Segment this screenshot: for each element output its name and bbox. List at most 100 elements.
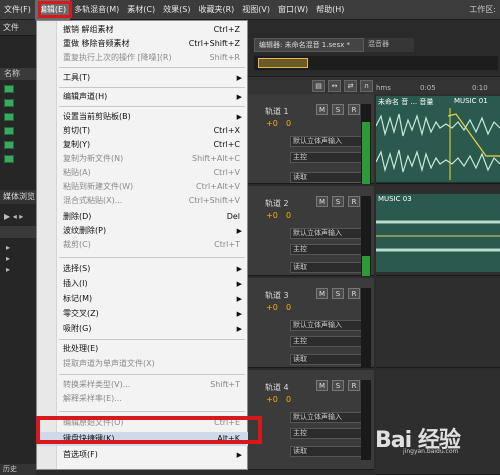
timeline-ruler[interactable]: hms 0:05 0:10 (376, 84, 500, 94)
media-toolbar-icons[interactable]: ▶ ◂ ▸ (4, 212, 23, 221)
files-tab[interactable]: 文件 (0, 20, 36, 36)
menu-item-copy-to-new[interactable]: 复制为新文件(N) Shift+Alt+C (37, 152, 248, 166)
audio-file-icon[interactable] (4, 85, 14, 93)
media-browser-tab[interactable]: 媒体浏览 (0, 190, 36, 204)
record-button[interactable]: R (348, 288, 360, 299)
menu-item-redo[interactable]: 重做 移除音频素材 Ctrl+Shift+Z (37, 37, 248, 51)
audio-file-icon[interactable] (4, 113, 14, 121)
menu-window[interactable]: 窗口(W) (274, 0, 312, 20)
menu-item-repeat-last[interactable]: 重复执行上次的操作 [降噪](R) Shift+R (37, 51, 248, 65)
record-button[interactable]: R (348, 104, 360, 115)
output-select[interactable]: 主控 (290, 244, 366, 255)
record-button[interactable]: R (348, 196, 360, 207)
menu-item-preferences[interactable]: 首选项(F) ▶ (37, 448, 248, 462)
automation-select[interactable]: 读取 (290, 354, 366, 365)
pan-value[interactable]: 0 (286, 303, 291, 312)
menu-effects[interactable]: 效果(S) (159, 0, 194, 20)
automation-select[interactable]: 读取 (290, 446, 366, 457)
mute-button[interactable]: M (316, 288, 328, 299)
audio-file-icon[interactable] (4, 141, 14, 149)
menu-multitrack[interactable]: 多轨混音(M) (70, 0, 123, 20)
input-select[interactable]: 默认立体声输入 (290, 136, 366, 147)
mute-button[interactable]: M (316, 196, 328, 207)
menu-item-zero-crossing[interactable]: 零交叉(Z) ▶ (37, 307, 248, 321)
overview-selection[interactable] (258, 58, 308, 68)
volume-knob[interactable]: +0 (266, 119, 278, 128)
solo-button[interactable]: S (332, 380, 344, 391)
track-lane-1[interactable]: 未命名 音 ... 音量 MUSIC 01 (376, 94, 500, 184)
solo-button[interactable]: S (332, 288, 344, 299)
track-lane-3[interactable] (376, 278, 500, 368)
solo-button[interactable]: S (332, 196, 344, 207)
output-select[interactable]: 主控 (290, 428, 366, 439)
menu-item-cut[interactable]: 剪切(T) Ctrl+X (37, 124, 248, 138)
workspace-label[interactable]: 工作区: (469, 0, 496, 20)
menu-item-paste[interactable]: 粘贴(A) Ctrl+V (37, 166, 248, 180)
menu-item-mix-paste[interactable]: 混合式粘贴(X)... Ctrl+Shift+V (37, 194, 248, 208)
menu-item-crop[interactable]: 裁剪(C) Ctrl+T (37, 238, 248, 252)
menu-item-snapping[interactable]: 吸附(G) ▶ (37, 322, 248, 336)
menu-item-convert-sample-type[interactable]: 转换采样类型(V)... Shift+T (37, 378, 248, 392)
track-meter (361, 380, 371, 460)
audio-file-icon[interactable] (4, 127, 14, 135)
track-name[interactable]: 轨道 4 (265, 382, 289, 393)
menu-file[interactable]: 文件(F) (0, 0, 35, 20)
menu-item-ripple-delete[interactable]: 波纹删除(P) ▶ (37, 224, 248, 238)
audio-file-icon[interactable] (4, 99, 14, 107)
track-name[interactable]: 轨道 3 (265, 290, 289, 301)
menu-item-batch[interactable]: 批处理(E) (37, 342, 248, 356)
toolbar-button[interactable]: ⇄ (344, 80, 357, 92)
toolbar-button[interactable]: ↔ (328, 80, 341, 92)
audio-clip[interactable]: MUSIC 03 (376, 194, 500, 272)
menu-clip[interactable]: 素材(C) (123, 0, 159, 20)
menu-item-marker[interactable]: 标记(M) ▶ (37, 292, 248, 306)
menu-separator (59, 339, 245, 340)
solo-button[interactable]: S (332, 104, 344, 115)
editor-header: 编辑器: 未命名混音 1.sesx * 混音器 (246, 20, 500, 74)
menu-favorites[interactable]: 收藏夹(R) (194, 0, 238, 20)
mute-button[interactable]: M (316, 380, 328, 391)
pan-value[interactable]: 0 (286, 211, 291, 220)
media-tree[interactable]: ▸ ▸ ▸ (6, 242, 10, 275)
toolbar-button[interactable]: ▤ (312, 80, 325, 92)
automation-select[interactable]: 读取 (290, 262, 366, 273)
volume-knob[interactable]: +0 (266, 303, 278, 312)
menu-item-copy[interactable]: 复制(Y) Ctrl+C (37, 138, 248, 152)
session-overview[interactable] (254, 56, 498, 70)
menu-help[interactable]: 帮助(H) (312, 0, 348, 20)
name-column-header[interactable]: 名称 (0, 68, 36, 80)
menu-view[interactable]: 视图(V) (238, 0, 274, 20)
track-header-1: 轨道 1 M S R +0 0 默认立体声输入 主控 读取 (246, 94, 374, 184)
menu-item-edit-channels[interactable]: 编辑声道(H) ▶ (37, 90, 248, 104)
automation-select[interactable]: 读取 (290, 172, 366, 183)
mute-button[interactable]: M (316, 104, 328, 115)
menu-item-tools[interactable]: 工具(T) ▶ (37, 71, 248, 85)
volume-knob[interactable]: +0 (266, 211, 278, 220)
input-select[interactable]: 默认立体声输入 (290, 228, 366, 239)
input-select[interactable]: 默认立体声输入 (290, 412, 366, 423)
output-select[interactable]: 主控 (290, 336, 366, 347)
volume-knob[interactable]: +0 (266, 395, 278, 404)
track-name[interactable]: 轨道 2 (265, 198, 289, 209)
history-tab[interactable]: 历史 (0, 464, 36, 475)
mixer-tab[interactable]: 混音器 (364, 38, 414, 52)
audio-file-icon[interactable] (4, 155, 14, 163)
pan-value[interactable]: 0 (286, 395, 291, 404)
menu-item-select[interactable]: 选择(S) ▶ (37, 262, 248, 276)
pan-value[interactable]: 0 (286, 119, 291, 128)
track-lane-2[interactable]: MUSIC 03 (376, 186, 500, 276)
output-select[interactable]: 主控 (290, 152, 366, 163)
headphones-icon[interactable]: ∩ (360, 80, 373, 92)
track-name[interactable]: 轨道 1 (265, 106, 289, 117)
editor-tab[interactable]: 编辑器: 未命名混音 1.sesx * (254, 38, 364, 52)
menu-item-set-clipboard[interactable]: 设置当前剪贴板(B) ▶ (37, 110, 248, 124)
menu-item-paste-to-new[interactable]: 粘贴到新建文件(W) Ctrl+Alt+V (37, 180, 248, 194)
menu-item-insert[interactable]: 插入(I) ▶ (37, 277, 248, 291)
menu-item-extract-channels[interactable]: 提取声道为单声道文件(X) (37, 357, 248, 371)
record-button[interactable]: R (348, 380, 360, 391)
menu-item-interpret-sample-rate[interactable]: 解释采样率(E)... (37, 392, 248, 406)
menu-item-delete[interactable]: 删除(D) Del (37, 210, 248, 224)
audio-clip[interactable]: 未命名 音 ... 音量 MUSIC 01 (376, 96, 500, 182)
input-select[interactable]: 默认立体声输入 (290, 320, 366, 331)
menu-item-undo[interactable]: 撤销 解组素材 Ctrl+Z (37, 23, 248, 37)
